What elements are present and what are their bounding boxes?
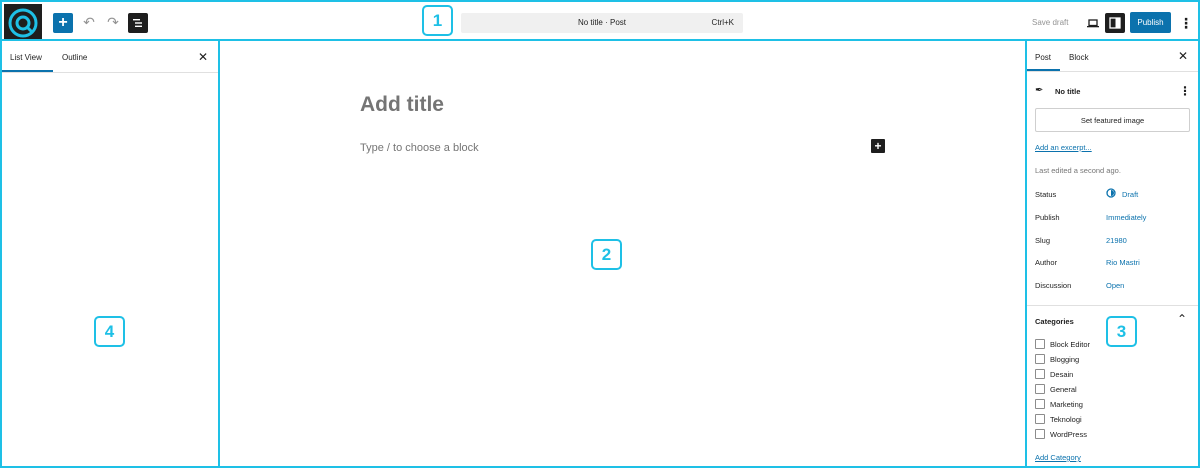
callout-badge-2: 2 — [591, 239, 622, 270]
slug-value[interactable]: 21980 — [1106, 236, 1127, 245]
sidebar-tabs: Post Block ✕ — [1027, 41, 1198, 72]
divider — [1027, 305, 1198, 306]
post-type-icon: ✒ — [1035, 85, 1044, 96]
add-category-link[interactable]: Add Category — [1035, 453, 1081, 462]
checkbox-icon[interactable] — [1035, 384, 1045, 394]
callout-badge-4: 4 — [94, 316, 125, 347]
publish-button[interactable]: Publish — [1130, 12, 1171, 33]
discussion-label: Discussion — [1035, 281, 1072, 290]
post-title-input[interactable]: Add title — [360, 93, 444, 117]
publish-value[interactable]: Immediately — [1106, 213, 1146, 222]
callout-badge-3: 3 — [1106, 316, 1137, 347]
post-summary-title: No title — [1055, 87, 1081, 96]
status-label: Status — [1035, 190, 1057, 199]
draft-status-icon — [1106, 188, 1116, 200]
category-checkbox[interactable]: Marketing — [1035, 399, 1083, 409]
post-actions-icon[interactable]: ⋮ — [1179, 84, 1191, 98]
close-icon[interactable]: ✕ — [198, 50, 208, 64]
settings-icon[interactable] — [1105, 13, 1125, 33]
active-tab-indicator — [1027, 69, 1060, 71]
set-featured-image-button[interactable]: Set featured image — [1035, 108, 1190, 132]
category-label: Marketing — [1050, 399, 1083, 409]
discussion-value[interactable]: Open — [1106, 281, 1124, 290]
editor-canvas: Add title Type / to choose a block + — [218, 39, 1027, 468]
tab-post[interactable]: Post — [1035, 53, 1051, 62]
category-checkbox[interactable]: Blogging — [1035, 354, 1079, 364]
category-label: General — [1050, 384, 1077, 394]
document-title: No title · Post — [577, 18, 626, 27]
author-value[interactable]: Rio Mastri — [1106, 258, 1140, 267]
close-icon[interactable]: ✕ — [1178, 49, 1188, 63]
category-checkbox[interactable]: General — [1035, 384, 1077, 394]
active-tab-indicator — [2, 70, 53, 72]
command-palette-bar[interactable]: No title · Post Ctrl+K — [461, 13, 743, 33]
tab-list-view[interactable]: List View — [10, 53, 42, 62]
site-logo[interactable] — [4, 4, 42, 41]
checkbox-icon[interactable] — [1035, 354, 1045, 364]
category-checkbox[interactable]: WordPress — [1035, 429, 1087, 439]
last-edited-text: Last edited a second ago. — [1035, 166, 1121, 175]
chevron-up-icon[interactable]: ⌃ — [1177, 312, 1187, 326]
status-value[interactable]: Draft — [1122, 190, 1138, 199]
document-overview-icon[interactable] — [128, 13, 148, 33]
add-excerpt-link[interactable]: Add an excerpt... — [1035, 143, 1092, 152]
save-draft-button[interactable]: Save draft — [1032, 18, 1068, 27]
category-label: WordPress — [1050, 429, 1087, 439]
preview-icon[interactable] — [1083, 13, 1103, 33]
publish-label: Publish — [1035, 213, 1060, 222]
checkbox-icon[interactable] — [1035, 414, 1045, 424]
tab-outline[interactable]: Outline — [62, 53, 87, 62]
tab-block[interactable]: Block — [1069, 53, 1089, 62]
shortcut-hint: Ctrl+K — [711, 18, 734, 27]
category-label: Desain — [1050, 369, 1074, 379]
list-view-tabs: List View Outline ✕ — [2, 41, 218, 73]
options-icon[interactable]: ⋮ — [1178, 13, 1194, 33]
checkbox-icon[interactable] — [1035, 369, 1045, 379]
checkbox-icon[interactable] — [1035, 429, 1045, 439]
checkbox-icon[interactable] — [1035, 339, 1045, 349]
block-inserter-button[interactable]: + — [871, 139, 885, 153]
category-label: Blogging — [1050, 354, 1080, 364]
category-checkbox[interactable]: Desain — [1035, 369, 1073, 379]
editor-header: + ↶ ↷ No title · Post Ctrl+K Save draft … — [0, 0, 1200, 41]
add-block-button[interactable]: + — [53, 13, 73, 33]
undo-icon[interactable]: ↶ — [79, 12, 99, 32]
list-view-panel: List View Outline ✕ — [0, 39, 220, 468]
category-checkbox[interactable]: Block Editor — [1035, 339, 1090, 349]
redo-icon[interactable]: ↷ — [103, 12, 123, 32]
category-label: Block Editor — [1050, 339, 1091, 349]
callout-badge-1: 1 — [422, 5, 453, 36]
slug-label: Slug — [1035, 236, 1051, 245]
categories-heading[interactable]: Categories — [1035, 317, 1074, 326]
checkbox-icon[interactable] — [1035, 399, 1045, 409]
block-placeholder[interactable]: Type / to choose a block — [360, 142, 479, 154]
author-label: Author — [1035, 258, 1058, 267]
category-checkbox[interactable]: Teknologi — [1035, 414, 1082, 424]
settings-sidebar: Post Block ✕ ✒ No title ⋮ Set featured i… — [1025, 39, 1200, 468]
category-label: Teknologi — [1050, 414, 1082, 424]
